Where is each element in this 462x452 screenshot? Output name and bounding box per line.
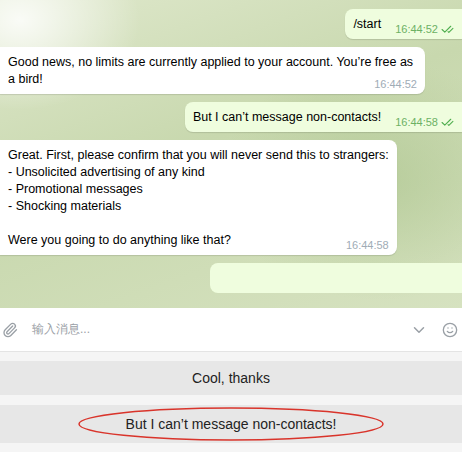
- message-row: /start 16:44:52: [0, 9, 462, 39]
- read-check-icon: [441, 23, 454, 36]
- keyboard-button-label: But I can’t message non-contacts!: [126, 416, 337, 432]
- keyboard-button-label: Cool, thanks: [192, 370, 270, 386]
- message-time: 16:44:58: [346, 238, 389, 252]
- message-time: 16:44:52: [395, 22, 454, 36]
- message-row: Good news, no limits are currently appli…: [0, 47, 462, 94]
- message-row: Great. First, please confirm that you wi…: [0, 140, 462, 255]
- message-time: 16:44:52: [374, 77, 417, 91]
- message-row: [0, 263, 462, 293]
- collapse-keyboard-icon[interactable]: [410, 321, 428, 339]
- bot-keyboard: Cool, thanks But I can’t message non-cont…: [0, 352, 462, 452]
- keyboard-button[interactable]: Cool, thanks: [0, 361, 462, 395]
- keyboard-button[interactable]: But I can’t message non-contacts!: [0, 405, 462, 443]
- chat-window: /start16:44:52Good news, no limits are c…: [0, 0, 462, 452]
- message-input[interactable]: 输入消息...: [32, 321, 396, 338]
- composer: 输入消息...: [0, 308, 462, 352]
- message-bubble: [210, 263, 462, 293]
- emoji-icon[interactable]: [442, 322, 458, 338]
- message-text: /start: [353, 17, 381, 31]
- read-check-icon: [441, 116, 454, 129]
- message-text: Good news, no limits are currently appli…: [8, 55, 417, 86]
- message-bubble: Good news, no limits are currently appli…: [0, 47, 425, 94]
- message-bubble: /start 16:44:52: [345, 9, 462, 39]
- message-row: But I can’t message non-contacts! 16:44:5…: [0, 102, 462, 132]
- attach-icon[interactable]: [2, 322, 18, 338]
- message-text: Great. First, please confirm that you wi…: [8, 148, 389, 247]
- message-bubble: Great. First, please confirm that you wi…: [0, 140, 397, 255]
- message-text: But I can’t message non-contacts!: [193, 110, 381, 124]
- message-list: /start16:44:52Good news, no limits are c…: [0, 0, 462, 308]
- message-bubble: But I can’t message non-contacts! 16:44:5…: [185, 102, 462, 132]
- message-time: 16:44:58: [395, 115, 454, 129]
